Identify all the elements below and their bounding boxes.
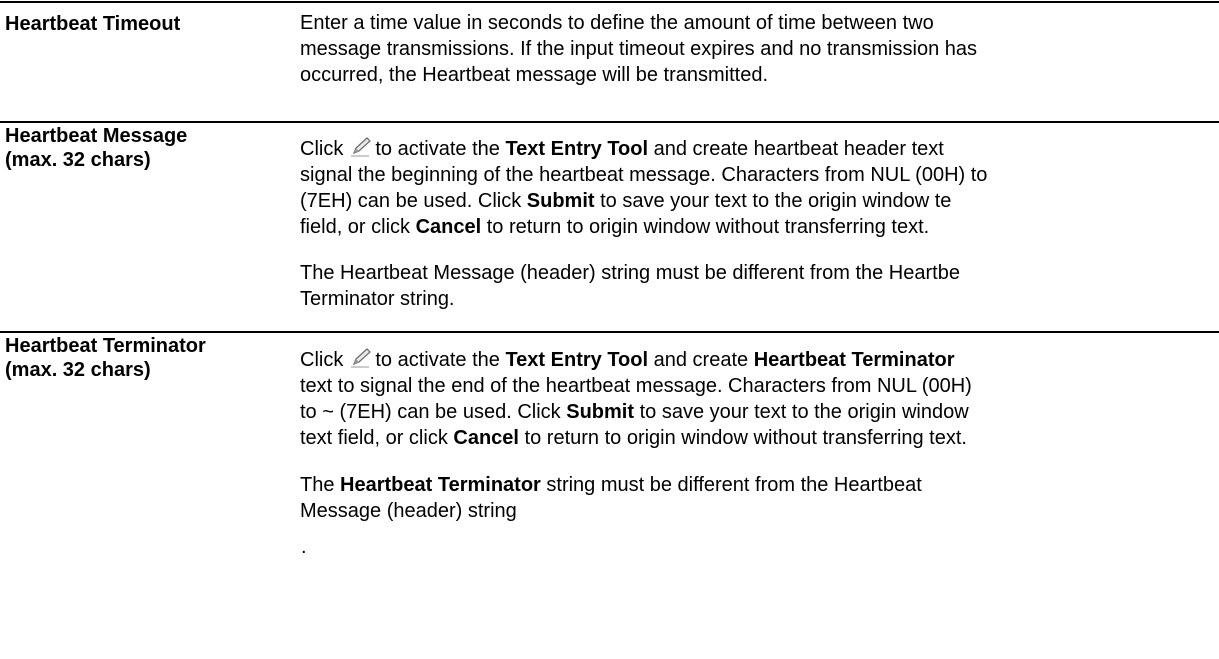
- text: to return to origin window without trans…: [486, 216, 930, 238]
- desc-line: occurred, the Heartbeat message will be …: [300, 64, 768, 86]
- desc-line: Message (header) string: [300, 500, 517, 522]
- desc-heartbeat-terminator-note: The Heartbeat Terminator string must be …: [300, 472, 1219, 524]
- text: to save your text to the origin window t…: [600, 190, 952, 212]
- desc-line: Terminator string.: [300, 288, 455, 310]
- text: string must be different from the Heartb…: [546, 474, 922, 496]
- top-rule: [0, 1, 1219, 3]
- text: text field, or click: [300, 427, 448, 449]
- term-heartbeat-message: Heartbeat Message (max. 32 chars): [5, 124, 295, 172]
- desc-line: signal the beginning of the heartbeat me…: [300, 164, 988, 186]
- text: The: [300, 474, 335, 496]
- text-bold: Text Entry Tool: [505, 349, 649, 371]
- desc-line: text field, or click Cancel to return to…: [300, 425, 1219, 451]
- term-heartbeat-timeout: Heartbeat Timeout: [5, 12, 295, 36]
- text-bold: Cancel: [453, 427, 519, 449]
- term-heartbeat-terminator: Heartbeat Terminator (max. 32 chars): [5, 334, 295, 382]
- term-sublabel: (max. 32 chars): [5, 149, 151, 171]
- text: and create heartbeat header text: [653, 138, 944, 160]
- desc-heartbeat-terminator: Click to activate the Text Entry Tool and…: [300, 347, 1219, 451]
- term-label: Heartbeat Terminator: [5, 335, 206, 357]
- term-sublabel: (max. 32 chars): [5, 359, 151, 381]
- text: to activate the: [375, 349, 500, 371]
- term-label: Heartbeat Message: [5, 125, 188, 147]
- text: to return to origin window without trans…: [524, 427, 967, 449]
- text: to save your text to the origin window: [639, 401, 969, 423]
- desc-line: The Heartbeat Terminator string must be …: [300, 472, 1219, 498]
- text-bold: Heartbeat Terminator: [340, 474, 541, 496]
- text: field, or click: [300, 216, 411, 238]
- desc-line: (7EH) can be used. Click Submit to save …: [300, 188, 1219, 214]
- desc-line: Enter a time value in seconds to define …: [300, 12, 934, 34]
- desc-line: Click to activate the Text Entry Tool and…: [300, 136, 1219, 162]
- divider-rule: [0, 121, 1219, 123]
- text-bold: Submit: [526, 190, 595, 212]
- text: and create: [653, 349, 749, 371]
- desc-line: .: [301, 536, 307, 558]
- text: to activate the: [375, 138, 500, 160]
- desc-heartbeat-timeout: Enter a time value in seconds to define …: [300, 10, 1219, 88]
- text: Click: [300, 138, 344, 160]
- desc-line: to ~ (7EH) can be used. Click Submit to …: [300, 399, 1219, 425]
- desc-line: The Heartbeat Message (header) string mu…: [300, 262, 960, 284]
- term-label: Heartbeat Timeout: [5, 13, 181, 35]
- desc-trailing-period: .: [301, 534, 1219, 560]
- desc-line: message transmissions. If the input time…: [300, 38, 977, 60]
- text-bold: Heartbeat Terminator: [753, 349, 955, 371]
- text: to ~ (7EH) can be used. Click: [300, 401, 561, 423]
- text: Click: [300, 349, 344, 371]
- pencil-icon[interactable]: [347, 347, 373, 369]
- pencil-icon[interactable]: [347, 136, 373, 158]
- text-bold: Text Entry Tool: [505, 138, 649, 160]
- desc-line: field, or click Cancel to return to orig…: [300, 214, 1219, 240]
- text: (7EH) can be used. Click: [300, 190, 522, 212]
- desc-heartbeat-message: Click to activate the Text Entry Tool and…: [300, 136, 1219, 240]
- desc-line: text to signal the end of the heartbeat …: [300, 375, 972, 397]
- divider-rule: [0, 331, 1219, 333]
- desc-heartbeat-message-note: The Heartbeat Message (header) string mu…: [300, 260, 1219, 312]
- text-bold: Submit: [566, 401, 635, 423]
- desc-line: Click to activate the Text Entry Tool and…: [300, 347, 1219, 373]
- text-bold: Cancel: [415, 216, 482, 238]
